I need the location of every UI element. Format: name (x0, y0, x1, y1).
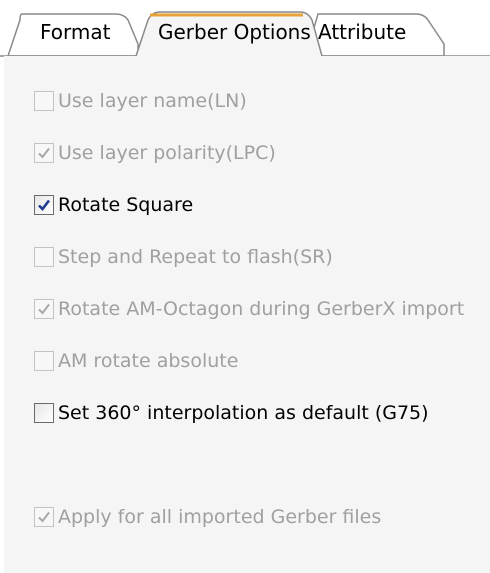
option-use-layer-name[interactable]: Use layer name(LN) (34, 88, 247, 114)
gerber-options-dialog: Format Gerber Options Attribute Use laye… (0, 0, 490, 573)
step-and-repeat-checkbox[interactable] (34, 247, 54, 267)
step-and-repeat-label: Step and Repeat to flash(SR) (58, 246, 333, 268)
use-layer-polarity-label: Use layer polarity(LPC) (58, 142, 276, 164)
option-step-and-repeat[interactable]: Step and Repeat to flash(SR) (34, 244, 333, 270)
option-rotate-square[interactable]: Rotate Square (34, 192, 193, 218)
use-layer-polarity-checkbox[interactable] (34, 143, 54, 163)
use-layer-name-checkbox[interactable] (34, 91, 54, 111)
set-360-interpolation-label: Set 360° interpolation as default (G75) (58, 402, 429, 424)
rotate-am-octagon-checkbox[interactable] (34, 299, 54, 319)
check-mark-icon (38, 147, 50, 159)
gerber-options-panel: Use layer name(LN) Use layer polarity(LP… (4, 56, 490, 573)
option-rotate-am-octagon[interactable]: Rotate AM-Octagon during GerberX import (34, 296, 464, 322)
tab-attribute-label[interactable]: Attribute (318, 19, 406, 45)
tab-strip: Format Gerber Options Attribute (0, 0, 490, 58)
apply-for-all-checkbox[interactable] (34, 507, 54, 527)
check-mark-icon (38, 303, 50, 315)
check-mark-icon (38, 511, 50, 523)
option-set-360-interpolation[interactable]: Set 360° interpolation as default (G75) (34, 400, 429, 426)
am-rotate-absolute-checkbox[interactable] (34, 351, 54, 371)
check-mark-icon (38, 199, 51, 211)
rotate-square-label: Rotate Square (58, 194, 194, 216)
option-am-rotate-absolute[interactable]: AM rotate absolute (34, 348, 238, 374)
tab-format-label[interactable]: Format (40, 19, 110, 45)
apply-for-all-label: Apply for all imported Gerber files (58, 506, 382, 528)
rotate-am-octagon-label: Rotate AM-Octagon during GerberX import (58, 298, 465, 320)
option-use-layer-polarity[interactable]: Use layer polarity(LPC) (34, 140, 276, 166)
am-rotate-absolute-label: AM rotate absolute (58, 350, 239, 372)
set-360-interpolation-checkbox[interactable] (34, 403, 54, 423)
use-layer-name-label: Use layer name(LN) (58, 90, 247, 112)
tab-gerber-options-label[interactable]: Gerber Options (158, 19, 311, 45)
rotate-square-checkbox[interactable] (34, 195, 54, 215)
option-apply-for-all[interactable]: Apply for all imported Gerber files (34, 504, 381, 530)
